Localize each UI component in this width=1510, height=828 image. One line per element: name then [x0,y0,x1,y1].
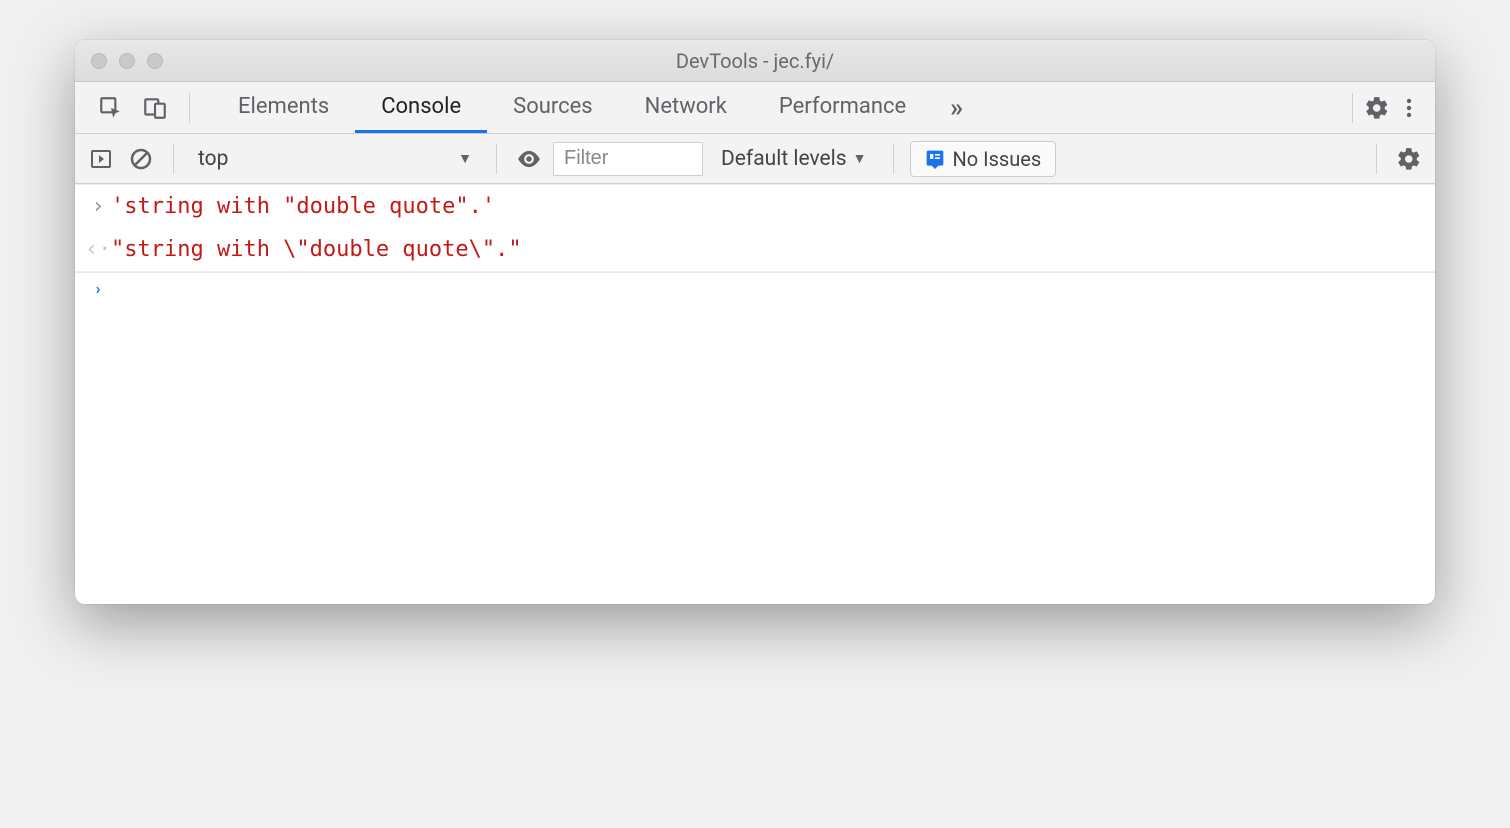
minimize-window-button[interactable] [119,53,135,69]
window-title: DevTools - jec.fyi/ [676,49,834,73]
device-toggle-button[interactable] [139,92,171,124]
tab-label: Sources [513,94,593,119]
console-output-text: "string with \"double quote\"." [111,232,1425,267]
divider [173,144,174,174]
console-settings-button[interactable] [1393,143,1425,175]
tab-label: Performance [779,94,906,119]
console-toolbar: top ▼ Default levels ▼ No Issues [75,134,1435,184]
console-input-text: 'string with "double quote".' [111,189,1425,224]
console-input-row[interactable]: › 'string with "double quote".' [75,185,1435,228]
issues-label: No Issues [953,147,1042,171]
settings-button[interactable] [1361,92,1393,124]
filter-input[interactable] [553,142,703,176]
context-selector[interactable]: top ▼ [190,147,480,171]
levels-label: Default levels [721,147,847,171]
chevron-down-icon: ▼ [853,150,867,167]
divider [496,144,497,174]
log-levels-select[interactable]: Default levels ▼ [711,147,877,171]
console-prompt-input[interactable] [111,279,1425,298]
kebab-menu-button[interactable] [1393,92,1425,124]
tab-label: Elements [238,94,329,119]
tab-network[interactable]: Network [619,82,753,133]
tabs-bar: Elements Console Sources Network Perform… [75,82,1435,134]
output-chevron-icon: ‹· [85,232,111,267]
tab-label: Console [381,94,461,119]
traffic-lights [75,53,163,69]
tab-console[interactable]: Console [355,82,487,133]
more-tabs-button[interactable]: » [932,82,981,133]
devtools-window: DevTools - jec.fyi/ Elements Console Sou… [75,40,1435,604]
console-output: › 'string with "double quote".' ‹· "stri… [75,184,1435,604]
tab-label: Network [645,94,727,119]
chevron-down-icon: ▼ [458,150,472,167]
divider [189,93,190,123]
sidebar-toggle-button[interactable] [85,143,117,175]
console-output-row[interactable]: ‹· "string with \"double quote\"." [75,228,1435,272]
more-tabs-glyph: » [950,93,963,123]
issues-button[interactable]: No Issues [910,141,1057,177]
tab-performance[interactable]: Performance [753,82,932,133]
inspect-element-button[interactable] [95,92,127,124]
console-prompt-row[interactable]: › [75,272,1435,304]
tab-sources[interactable]: Sources [487,82,619,133]
input-chevron-icon: › [85,189,111,224]
clear-console-button[interactable] [125,143,157,175]
divider [893,144,894,174]
context-label: top [198,147,228,171]
titlebar: DevTools - jec.fyi/ [75,40,1435,82]
divider [1352,93,1353,123]
prompt-chevron-icon: › [85,279,111,298]
zoom-window-button[interactable] [147,53,163,69]
close-window-button[interactable] [91,53,107,69]
issues-icon [925,149,945,169]
live-expression-button[interactable] [513,143,545,175]
panel-tabs: Elements Console Sources Network Perform… [212,82,981,133]
divider [1376,144,1377,174]
tab-elements[interactable]: Elements [212,82,355,133]
